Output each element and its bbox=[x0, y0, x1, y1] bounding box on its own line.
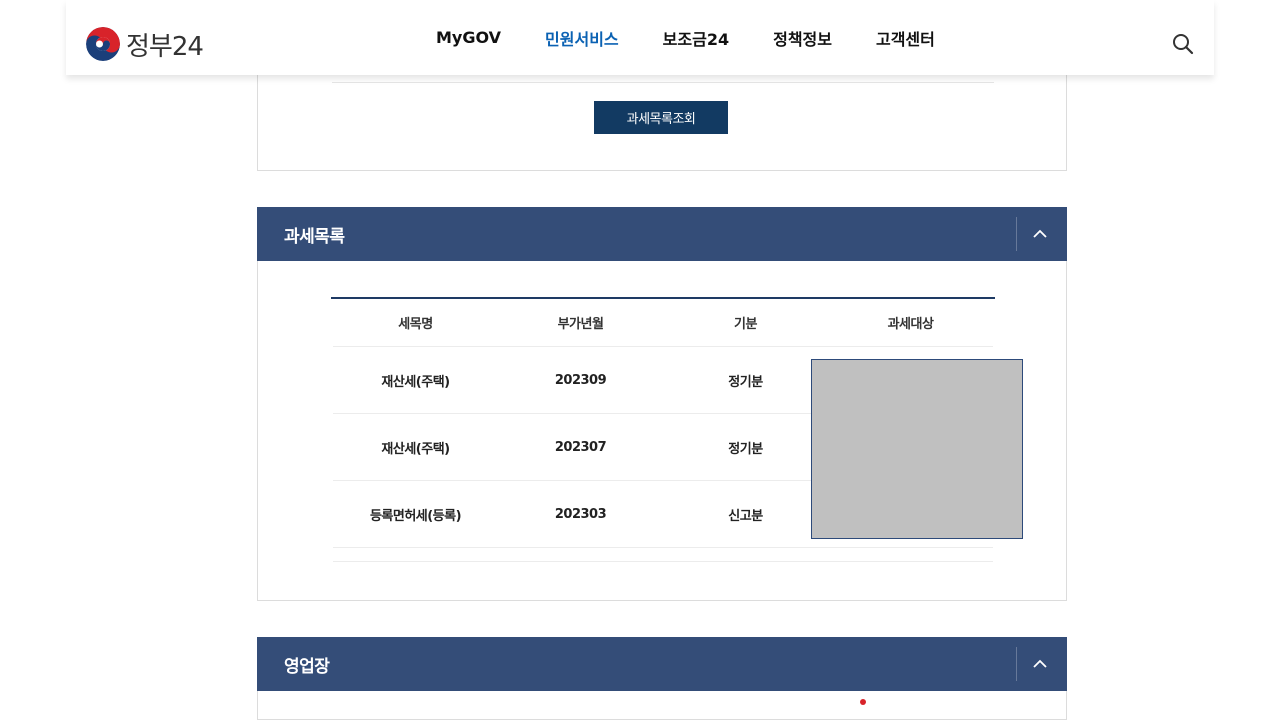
business-panel-header: 영업장 bbox=[257, 637, 1067, 691]
tax-list-panel-body: 세목명 부가년월 기분 과세대상 재산세(주택) 202309 정기분 재산세(… bbox=[257, 261, 1067, 601]
search-icon[interactable] bbox=[1172, 33, 1194, 55]
chevron-up-icon[interactable] bbox=[1027, 652, 1053, 676]
panel-title: 영업장 bbox=[284, 657, 330, 677]
column-header-tax-type: 기분 bbox=[734, 317, 757, 332]
business-panel-body bbox=[257, 691, 1067, 720]
panel-title: 과세목록 bbox=[284, 227, 345, 247]
chevron-up-icon[interactable] bbox=[1027, 222, 1053, 246]
site-header: 정부24 MyGOV 민원서비스 보조금24 정책정보 고객센터 bbox=[66, 0, 1214, 75]
tax-item-cell: 재산세(주택) bbox=[381, 441, 450, 457]
query-form-card: 과세목록조회 bbox=[257, 60, 1067, 171]
tax-period-cell: 202303 bbox=[554, 506, 607, 522]
table-header-row: 세목명 부가년월 기분 과세대상 bbox=[333, 299, 993, 347]
nav-item-policy-info[interactable]: 정책정보 bbox=[773, 26, 832, 50]
tax-type-cell: 신고분 bbox=[728, 508, 763, 524]
table-bottom-row bbox=[333, 548, 993, 562]
site-logo[interactable]: 정부24 bbox=[86, 26, 204, 62]
column-header-tax-target: 과세대상 bbox=[887, 317, 934, 332]
tax-item-cell: 재산세(주택) bbox=[381, 374, 450, 390]
nav-item-mygov[interactable]: MyGOV bbox=[436, 28, 501, 47]
nav-item-civil-services[interactable]: 민원서비스 bbox=[545, 26, 619, 50]
tax-period-cell: 202309 bbox=[554, 372, 607, 388]
tax-list-panel-header: 과세목록 bbox=[257, 207, 1067, 261]
form-divider bbox=[332, 82, 994, 83]
logo-text: 정부24 bbox=[126, 31, 204, 62]
main-nav: MyGOV 민원서비스 보조금24 정책정보 고객센터 bbox=[436, 0, 979, 75]
tax-period-cell: 202307 bbox=[554, 439, 607, 455]
tax-item-cell: 등록면허세(등록) bbox=[369, 508, 462, 524]
taegeuk-logo-icon bbox=[86, 27, 120, 61]
tax-type-cell: 정기분 bbox=[728, 374, 763, 390]
redacted-region bbox=[811, 359, 1023, 539]
header-divider bbox=[1016, 647, 1017, 681]
column-header-tax-item: 세목명 bbox=[398, 317, 433, 332]
required-marker bbox=[860, 699, 866, 705]
header-divider bbox=[1016, 217, 1017, 251]
column-header-tax-period: 부가년월 bbox=[557, 317, 604, 332]
tax-list-query-button[interactable]: 과세목록조회 bbox=[594, 101, 728, 134]
nav-item-customer-center[interactable]: 고객센터 bbox=[876, 26, 935, 50]
nav-item-subsidy24[interactable]: 보조금24 bbox=[663, 26, 729, 50]
tax-type-cell: 정기분 bbox=[728, 441, 763, 457]
